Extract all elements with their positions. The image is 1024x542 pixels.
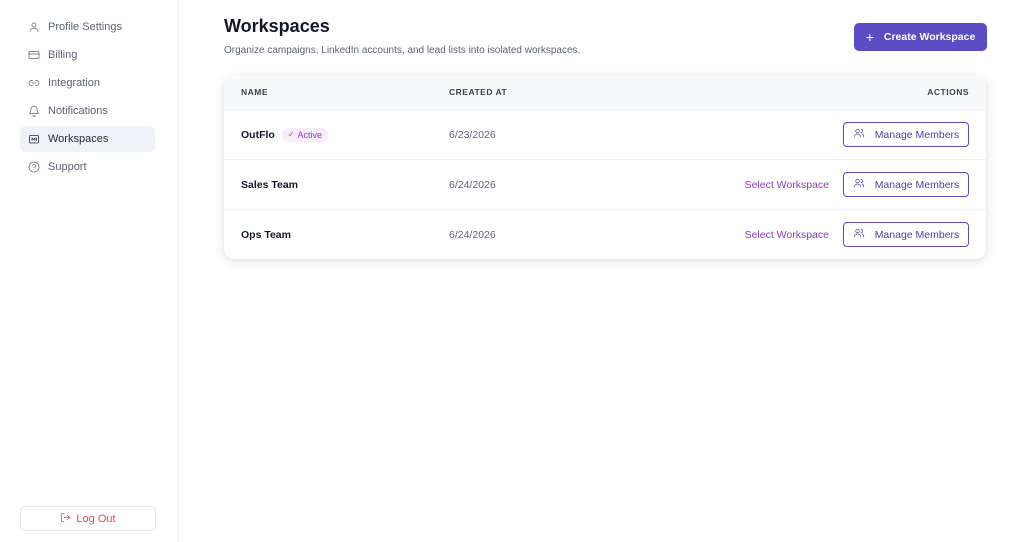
workspace-name: Sales Team [241, 178, 299, 191]
create-workspace-label: Create Workspace [883, 31, 976, 43]
table-header: NAME CREATED AT ACTIONS [224, 75, 986, 109]
bell-icon [28, 105, 40, 117]
sidebar: Profile Settings Billing Integration Not… [0, 0, 179, 542]
users-icon [853, 177, 875, 192]
sidebar-item-workspaces[interactable]: Workspaces [20, 126, 155, 152]
manage-members-label: Manage Members [874, 128, 960, 141]
credit-card-icon [28, 49, 40, 61]
workspace-name-cell: Ops Team [241, 229, 291, 241]
sidebar-item-label: Integration [48, 77, 100, 89]
table-row: OutFlo ✓ Active 6/23/2026 Manage Members [224, 109, 986, 159]
sidebar-item-label: Profile Settings [48, 21, 122, 33]
sidebar-item-label: Billing [48, 49, 78, 61]
workspace-name: OutFlo [241, 128, 275, 141]
logout-button[interactable]: Log Out [20, 506, 156, 531]
users-icon [853, 127, 875, 142]
workspace-name: Ops Team [241, 228, 291, 241]
created-at-cell: 6/23/2026 [449, 128, 496, 141]
manage-members-button[interactable]: Manage Members [843, 222, 969, 247]
users-icon [853, 227, 875, 242]
logout-icon [60, 512, 76, 526]
table-row: Ops Team 6/24/2026 Select Workspace Mana… [224, 209, 986, 259]
app-root: Profile Settings Billing Integration Not… [0, 0, 1024, 542]
select-workspace-link[interactable]: Select Workspace [745, 229, 829, 241]
status-badge: ✓ Active [281, 127, 329, 142]
manage-members-label: Manage Members [874, 178, 960, 191]
column-header-name: NAME [241, 87, 269, 97]
user-icon [28, 21, 40, 33]
main-content: Workspaces Organize campaigns, LinkedIn … [179, 0, 1024, 542]
create-workspace-button[interactable]: + Create Workspace [854, 23, 987, 51]
sidebar-item-label: Workspaces [48, 133, 109, 145]
sidebar-item-profile-settings[interactable]: Profile Settings [20, 14, 155, 40]
created-at-cell: 6/24/2026 [449, 228, 496, 241]
workspace-name-cell: OutFlo ✓ Active [241, 127, 329, 142]
sidebar-item-label: Notifications [48, 105, 108, 117]
column-header-created-at: CREATED AT [449, 87, 508, 97]
select-workspace-link[interactable]: Select Workspace [745, 179, 829, 191]
page-subtitle: Organize campaigns, LinkedIn accounts, a… [224, 45, 581, 56]
manage-members-button[interactable]: Manage Members [843, 122, 969, 147]
sidebar-item-support[interactable]: Support [20, 154, 155, 180]
check-icon: ✓ [287, 130, 295, 139]
folder-icon [28, 133, 40, 145]
help-circle-icon [28, 161, 40, 173]
plus-icon: + [865, 29, 874, 45]
page-title: Workspaces [224, 16, 330, 36]
logout-label: Log Out [76, 512, 116, 525]
created-at-cell: 6/24/2026 [449, 178, 496, 191]
column-header-actions: ACTIONS [927, 87, 969, 97]
sidebar-item-notifications[interactable]: Notifications [20, 98, 155, 124]
manage-members-label: Manage Members [874, 228, 960, 241]
status-badge-label: Active [297, 129, 323, 140]
workspace-name-cell: Sales Team [241, 179, 298, 191]
sidebar-item-integration[interactable]: Integration [20, 70, 155, 96]
sidebar-item-label: Support [48, 161, 87, 173]
table-row: Sales Team 6/24/2026 Select Workspace Ma… [224, 159, 986, 209]
sidebar-item-billing[interactable]: Billing [20, 42, 155, 68]
manage-members-button[interactable]: Manage Members [843, 172, 969, 197]
link-icon [28, 77, 40, 89]
workspaces-table: NAME CREATED AT ACTIONS OutFlo ✓ Active … [224, 75, 986, 259]
